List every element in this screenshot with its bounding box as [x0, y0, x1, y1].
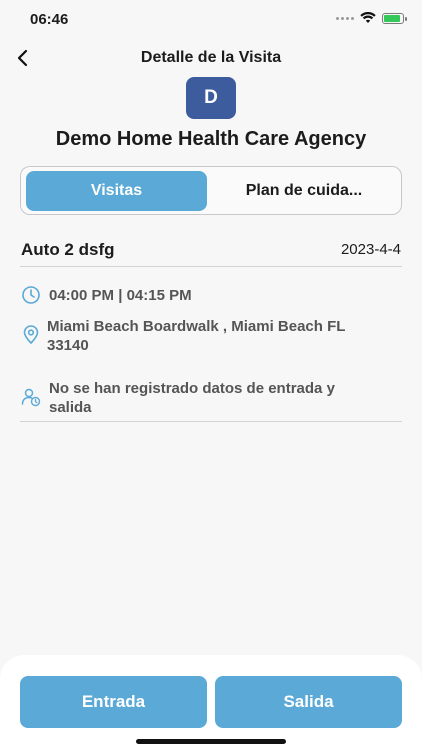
- visit-time-row: 04:00 PM | 04:15 PM: [20, 284, 402, 306]
- tab-bar: Visitas Plan de cuida...: [20, 166, 402, 215]
- status-bar: 06:46: [0, 0, 422, 40]
- battery-level: [384, 14, 400, 22]
- battery-icon: [382, 12, 407, 24]
- visit-address-row: Miami Beach Boardwalk , Miami Beach FL 3…: [20, 316, 402, 360]
- user-clock-icon: [21, 388, 41, 407]
- clock-icon: [22, 286, 40, 304]
- page-title: Detalle de la Visita: [140, 49, 282, 66]
- wifi-icon: [360, 12, 376, 23]
- visit-date: 2023-4-4: [340, 241, 401, 258]
- location-pin-icon: [23, 325, 39, 344]
- cellular-signal-icon: [336, 16, 354, 20]
- checkin-status-row: No se han registrado datos de entrada y …: [20, 378, 402, 422]
- home-indicator: [136, 739, 286, 744]
- tab-plan-de-cuidado[interactable]: Plan de cuida...: [211, 171, 397, 211]
- visit-time: 04:00 PM | 04:15 PM: [49, 287, 192, 304]
- entrada-button[interactable]: Entrada: [20, 676, 207, 728]
- visit-header: Auto 2 dsfg 2023-4-4: [20, 240, 402, 267]
- status-time: 06:46: [30, 11, 69, 28]
- visit-name: Auto 2 dsfg: [21, 240, 115, 259]
- agency-logo: D: [186, 77, 236, 119]
- checkin-status: No se han registrado datos de entrada y …: [49, 380, 335, 416]
- visit-address: Miami Beach Boardwalk , Miami Beach FL 3…: [47, 318, 346, 354]
- status-icons: [336, 12, 407, 24]
- divider: [20, 421, 402, 422]
- agency-name: Demo Home Health Care Agency: [55, 128, 367, 150]
- salida-button[interactable]: Salida: [215, 676, 402, 728]
- tab-visitas[interactable]: Visitas: [26, 171, 207, 211]
